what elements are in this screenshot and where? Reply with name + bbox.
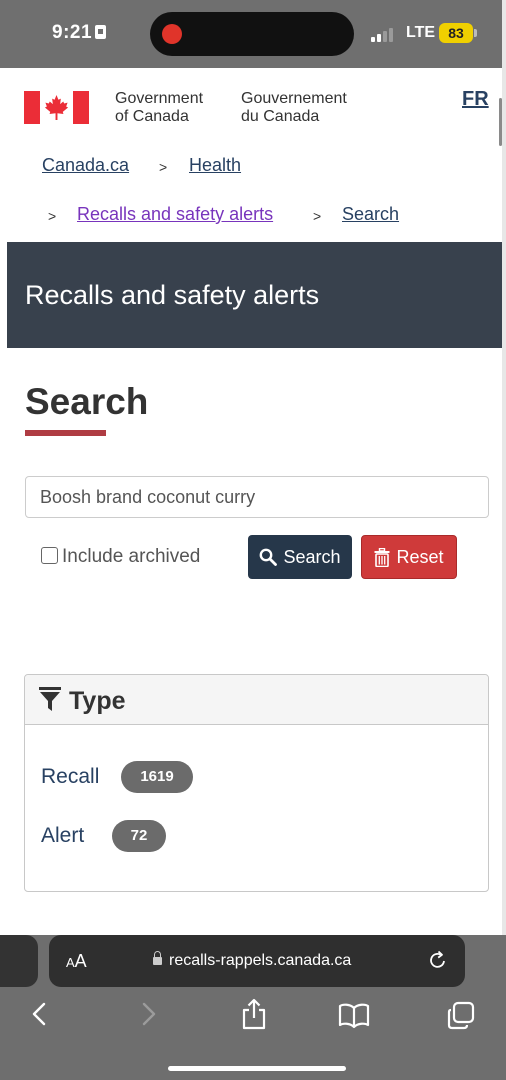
gov-fr-line2: du Canada — [241, 108, 320, 125]
tabs-icon[interactable] — [446, 1001, 476, 1031]
facet-recall-count: 1619 — [121, 761, 193, 793]
site-header: Government of Canada Gouvernement du Can… — [7, 68, 506, 148]
battery-tip — [474, 29, 477, 37]
page-title: Search — [25, 381, 149, 422]
include-archived-checkbox[interactable]: Include archived — [41, 546, 200, 568]
include-archived-label: Include archived — [62, 546, 201, 567]
back-icon[interactable] — [28, 1000, 52, 1028]
breadcrumb-separator: > — [48, 208, 57, 224]
url-value: recalls-rappels.canada.ca — [169, 952, 352, 969]
panel-header: Type — [25, 675, 488, 725]
banner-title: Recalls and safety alerts — [25, 280, 320, 310]
search-icon — [260, 548, 278, 566]
facet-alert-link[interactable]: Alert — [41, 824, 84, 848]
address-bar[interactable]: AA recalls-rappels.canada.ca — [49, 935, 465, 987]
previous-tab[interactable] — [0, 935, 38, 987]
recording-dot-icon — [162, 24, 182, 44]
facet-alert-count: 72 — [112, 820, 166, 852]
breadcrumb-separator: > — [159, 159, 168, 175]
breadcrumb-search[interactable]: Search — [342, 204, 399, 225]
web-page: Government of Canada Gouvernement du Can… — [7, 68, 506, 935]
gov-fr-line1: Gouvernement — [241, 90, 347, 107]
reset-button-label: Reset — [396, 546, 444, 567]
search-input[interactable] — [25, 476, 489, 518]
bookmarks-icon[interactable] — [338, 1003, 370, 1029]
reset-button[interactable]: Reset — [361, 535, 457, 579]
status-bar: 9:21 LTE 83 — [0, 0, 506, 68]
search-button-label: Search — [283, 546, 341, 567]
text-size-button[interactable]: AA — [66, 951, 87, 972]
status-time: 9:21 — [52, 22, 107, 44]
breadcrumb-separator: > — [313, 208, 322, 224]
filter-icon — [39, 687, 61, 711]
battery-icon: 83 — [439, 23, 473, 43]
browser-toolbar: AA recalls-rappels.canada.ca — [0, 935, 506, 1080]
lock-icon — [153, 951, 162, 965]
language-toggle-fr[interactable]: FR — [462, 88, 489, 111]
reload-icon[interactable] — [427, 949, 449, 971]
gov-en-line1: Government — [115, 90, 204, 107]
dynamic-island — [150, 12, 354, 56]
search-button[interactable]: Search — [248, 535, 352, 579]
breadcrumb: Canada.ca > Health > Recalls and safety … — [7, 148, 506, 242]
title-underline — [25, 430, 106, 436]
checkbox-box[interactable] — [41, 547, 58, 564]
share-icon[interactable] — [240, 998, 268, 1030]
canada-flag-icon[interactable] — [24, 91, 89, 124]
breadcrumb-canada[interactable]: Canada.ca — [42, 155, 129, 176]
forward-icon[interactable] — [136, 1000, 160, 1028]
status-time-text: 9:21 — [52, 22, 93, 43]
text-size-small: A — [66, 955, 75, 970]
screen-edge — [502, 0, 506, 1080]
sim-icon — [95, 25, 107, 39]
text-size-large: A — [74, 951, 87, 971]
screen: 9:21 LTE 83 Government of Canada Gouvern… — [0, 0, 506, 1080]
breadcrumb-recalls[interactable]: Recalls and safety alerts — [77, 204, 273, 225]
section-banner: Recalls and safety alerts — [7, 242, 506, 348]
signal-icon — [371, 28, 401, 42]
type-filter-panel: Type Recall 1619 Alert 72 — [24, 674, 489, 892]
maple-leaf-icon — [44, 94, 69, 121]
facet-recall-link[interactable]: Recall — [41, 765, 99, 789]
gov-en-line2: of Canada — [115, 108, 189, 125]
network-label: LTE — [406, 24, 436, 41]
home-indicator[interactable] — [168, 1066, 346, 1071]
trash-icon — [374, 547, 390, 567]
breadcrumb-health[interactable]: Health — [189, 155, 241, 176]
government-of-canada-en: Government of Canada — [115, 90, 203, 126]
government-of-canada-fr: Gouvernement du Canada — [241, 90, 347, 126]
panel-title: Type — [69, 687, 126, 715]
url-text[interactable]: recalls-rappels.canada.ca — [153, 951, 352, 970]
